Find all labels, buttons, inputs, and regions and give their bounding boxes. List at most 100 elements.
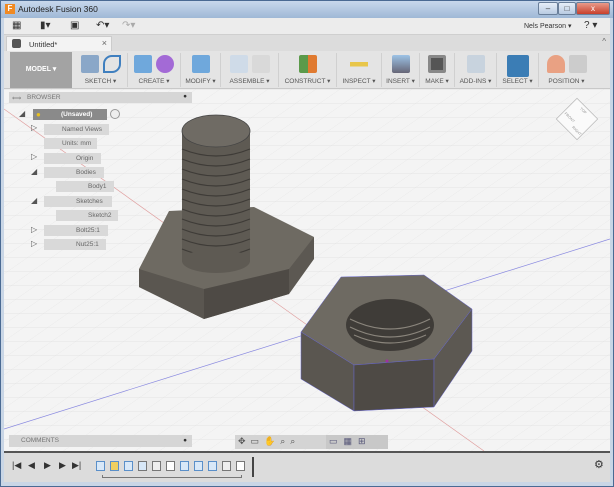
step-back-button[interactable]: ◀	[28, 460, 35, 471]
make-group[interactable]: MAKE ▾	[420, 53, 455, 87]
fusion-logo-icon: F	[5, 4, 15, 14]
sketch-label: SKETCH ▾	[84, 78, 117, 85]
timeline-thread-icon[interactable]	[222, 461, 231, 471]
modify-group[interactable]: MODIFY ▾	[181, 53, 221, 87]
timeline-extrude-icon[interactable]	[124, 461, 133, 471]
position-label: POSITION ▾	[548, 78, 585, 85]
browser-options-icon[interactable]: ●	[183, 93, 187, 100]
ribbon-toolbar: MODEL ▾ SKETCH ▾ CREATE ▾ MODIFY ▾ ASSEM…	[4, 51, 610, 89]
modify-label: MODIFY ▾	[185, 78, 216, 85]
settings-gear-icon[interactable]: ⚙	[594, 458, 604, 471]
help-icon[interactable]: ? ▾	[584, 20, 597, 31]
spline-icon	[102, 55, 121, 73]
comments-options-icon[interactable]: ●	[183, 435, 187, 447]
create-group[interactable]: CREATE ▾	[128, 53, 181, 87]
undo-icon[interactable]: ↶▾	[96, 20, 109, 31]
apps-grid-icon[interactable]: ▦	[12, 20, 21, 31]
select-group[interactable]: SELECT ▾	[497, 53, 539, 87]
tree-node-sketches[interactable]: Sketches	[44, 196, 112, 207]
timeline-thread-icon[interactable]	[152, 461, 161, 471]
expand-icon[interactable]: ▷	[31, 239, 37, 248]
tree-node-bodies[interactable]: Bodies	[44, 167, 104, 178]
orbit-pan-zoom-icons[interactable]: ✥▭✋⌕⌕	[238, 436, 300, 447]
new-component-icon	[229, 55, 248, 73]
tree-node-nut[interactable]: Nut25:1	[44, 239, 106, 250]
plane-icon	[298, 55, 317, 73]
redo-icon[interactable]: ↷▾	[122, 20, 135, 31]
insert-group[interactable]: INSERT ▾	[382, 53, 420, 87]
go-to-end-button[interactable]: ▶|	[72, 460, 81, 471]
expand-icon[interactable]: ◢	[31, 196, 37, 205]
position-group[interactable]: POSITION ▾	[539, 53, 594, 87]
tree-node-named-views[interactable]: Named Views	[44, 124, 109, 135]
navigation-bar[interactable]: ✥▭✋⌕⌕	[235, 435, 328, 449]
timeline-feature-icon[interactable]	[96, 461, 105, 471]
create-label: CREATE ▾	[138, 78, 170, 85]
comments-panel-header[interactable]: COMMENTS ●	[9, 435, 192, 447]
select-cursor-icon	[506, 55, 529, 77]
addins-label: ADD-INS ▾	[459, 78, 492, 85]
3d-viewport[interactable]: TOP FRONT RIGHT ⟺ BROWSER ● ◢ (Unsaved) …	[4, 89, 610, 451]
viewcube-front[interactable]: FRONT	[563, 112, 575, 124]
timeline-component-icon[interactable]	[236, 461, 245, 471]
title-bar: F Autodesk Fusion 360 – □ x	[1, 1, 613, 18]
expand-icon[interactable]: ◢	[31, 167, 37, 176]
tree-node-bolt[interactable]: Bolt25:1	[44, 225, 108, 236]
timeline-feature-icon[interactable]	[208, 461, 217, 471]
inspect-group[interactable]: INSPECT ▾	[337, 53, 382, 87]
display-settings-bar[interactable]: ▭▦⊞	[326, 435, 388, 449]
timeline-chamfer-icon[interactable]	[180, 461, 189, 471]
expand-icon[interactable]: ▷	[31, 225, 37, 234]
close-tab-icon[interactable]: ×	[102, 38, 107, 48]
sketch-group[interactable]: SKETCH ▾	[74, 53, 128, 87]
expand-icon[interactable]: ▷	[31, 123, 37, 132]
maximize-button[interactable]: □	[558, 2, 576, 15]
assemble-group[interactable]: ASSEMBLE ▾	[221, 53, 279, 87]
collapse-ribbon-icon[interactable]: ^	[602, 37, 606, 46]
pin-icon[interactable]: ⟺	[12, 94, 21, 102]
inspect-label: INSPECT ▾	[342, 78, 376, 85]
timeline-extrude-icon[interactable]	[194, 461, 203, 471]
minimize-button[interactable]: –	[538, 2, 558, 15]
tree-node-origin[interactable]: Origin	[44, 153, 101, 164]
addins-group[interactable]: ADD-INS ▾	[455, 53, 497, 87]
insert-image-icon	[391, 55, 410, 73]
viewcube-right[interactable]: RIGHT	[571, 125, 582, 136]
construct-group[interactable]: CONSTRUCT ▾	[279, 53, 337, 87]
scripts-icon	[466, 55, 485, 73]
expand-icon[interactable]: ▷	[31, 152, 37, 161]
document-icon	[12, 39, 21, 48]
viewcube-top[interactable]: TOP	[579, 107, 588, 116]
tree-node-root[interactable]: (Unsaved)	[33, 109, 107, 120]
window-title: Autodesk Fusion 360	[18, 4, 98, 14]
timeline-sketch-icon[interactable]	[110, 461, 119, 471]
tree-node-units[interactable]: Units: mm	[44, 138, 97, 149]
play-button[interactable]: ▶	[44, 460, 51, 471]
3d-print-icon	[428, 55, 446, 73]
step-forward-button[interactable]: ▶	[59, 460, 66, 471]
close-button[interactable]: x	[576, 2, 610, 15]
browser-panel-header[interactable]: ⟺ BROWSER ●	[9, 92, 192, 103]
file-menu-icon[interactable]: ▮▾	[40, 20, 51, 31]
document-tab-bar: Untitled* × ^	[4, 35, 610, 51]
activate-radio[interactable]	[110, 109, 120, 119]
go-to-start-button[interactable]: |◀	[12, 460, 21, 471]
app-window: F Autodesk Fusion 360 – □ x ▦ ▮▾ ▣ ↶▾ ↷▾…	[0, 0, 614, 487]
tree-node-body1[interactable]: Body1	[56, 181, 114, 192]
save-icon[interactable]: ▣	[70, 20, 79, 31]
timeline-move-icon[interactable]	[138, 461, 147, 471]
expand-icon[interactable]: ◢	[19, 109, 25, 118]
timeline-body-icon[interactable]	[166, 461, 175, 471]
insert-label: INSERT ▾	[386, 78, 415, 85]
document-tab[interactable]: Untitled* ×	[6, 36, 112, 51]
tree-node-sketch2[interactable]: Sketch2	[56, 210, 118, 221]
capture-position-icon	[546, 55, 565, 73]
timeline-marker[interactable]	[252, 457, 254, 477]
display-grid-viewports-icons[interactable]: ▭▦⊞	[329, 436, 372, 447]
create-sketch-icon	[80, 55, 99, 73]
user-menu[interactable]: Nels Pearson ▾	[524, 22, 571, 30]
construct-label: CONSTRUCT ▾	[284, 78, 331, 85]
document-tab-label: Untitled*	[29, 40, 58, 49]
workspace-switcher[interactable]: MODEL ▾	[10, 52, 72, 88]
visibility-bulb-icon[interactable]: ●	[36, 110, 41, 119]
